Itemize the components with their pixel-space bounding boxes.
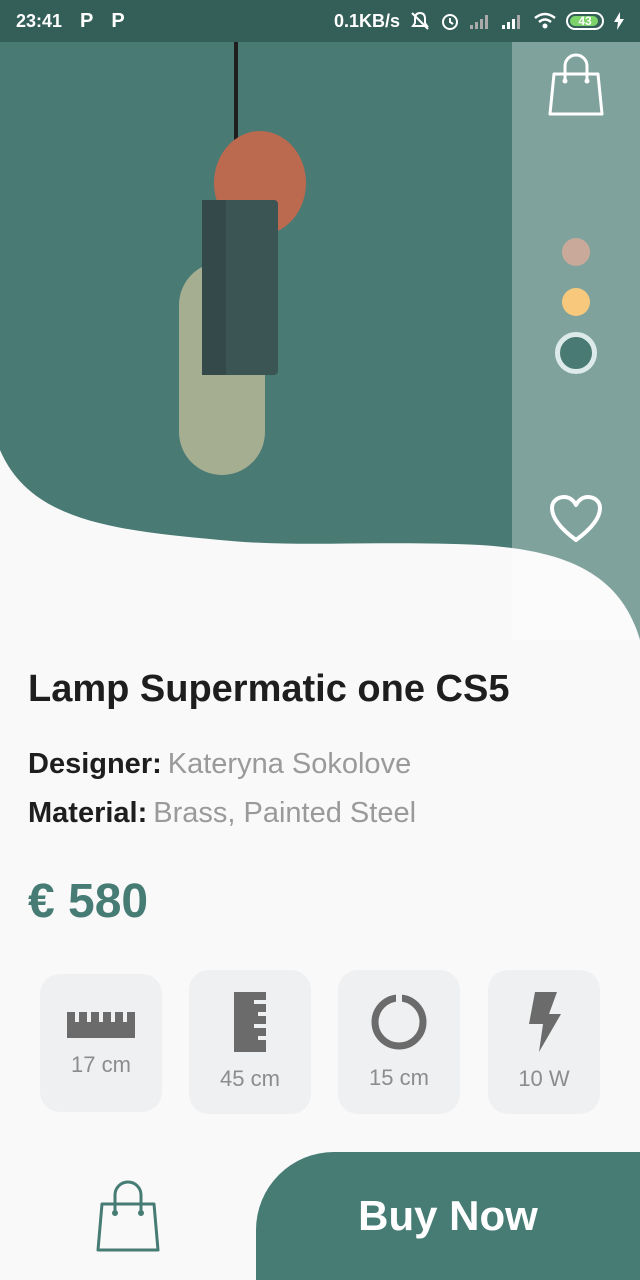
signal-icon — [470, 13, 492, 29]
shopping-bag-icon[interactable] — [548, 52, 604, 116]
lamp-image — [179, 0, 306, 475]
material-value: Brass, Painted Steel — [153, 797, 417, 829]
feature-card-diameter: 15 cm — [338, 970, 460, 1114]
feature-card-height: 45 cm — [189, 970, 311, 1114]
alarm-icon — [440, 11, 460, 31]
network-speed: 0.1KB/s — [333, 10, 400, 31]
signal-icon — [502, 13, 524, 29]
notification-p-icon: P — [80, 9, 94, 32]
lightning-icon — [529, 992, 561, 1052]
feature-card-power: 10 W — [488, 970, 600, 1114]
add-to-cart-bag-icon[interactable] — [96, 1180, 160, 1252]
feature-label: 17 cm — [71, 1052, 131, 1077]
hero-section — [0, 0, 640, 640]
designer-label: Designer: — [28, 748, 162, 780]
wifi-icon — [534, 12, 556, 30]
circle-diameter-icon — [371, 993, 427, 1050]
product-price: € 580 — [28, 875, 149, 928]
feature-label: 10 W — [518, 1066, 570, 1091]
mute-bell-icon — [410, 11, 430, 31]
battery-icon: 43 — [566, 12, 604, 30]
product-title: Lamp Supermatic one CS5 — [28, 668, 510, 710]
ruler-horizontal-icon — [67, 1012, 135, 1038]
designer-value: Kateryna Sokolove — [167, 748, 412, 780]
material-label: Material: — [28, 797, 148, 829]
feature-card-width: 17 cm — [40, 974, 162, 1112]
color-swatch-rose[interactable] — [562, 238, 590, 266]
charging-icon — [614, 12, 624, 30]
feature-label: 45 cm — [220, 1066, 280, 1091]
material-row: Material: Brass, Painted Steel — [28, 797, 416, 830]
feature-label: 15 cm — [369, 1065, 429, 1090]
designer-row: Designer: Kateryna Sokolove — [28, 748, 411, 781]
clock: 23:41 — [16, 10, 63, 31]
ruler-vertical-icon — [234, 992, 266, 1052]
heart-icon[interactable] — [549, 494, 603, 544]
status-bar: 23:41 P P 0.1KB/s 43 — [0, 0, 640, 42]
buy-now-label[interactable]: Buy Now — [256, 1152, 640, 1280]
color-swatch-yellow[interactable] — [562, 288, 590, 316]
notification-p-icon: P — [111, 9, 125, 32]
color-swatch-teal-selected[interactable] — [555, 332, 597, 374]
